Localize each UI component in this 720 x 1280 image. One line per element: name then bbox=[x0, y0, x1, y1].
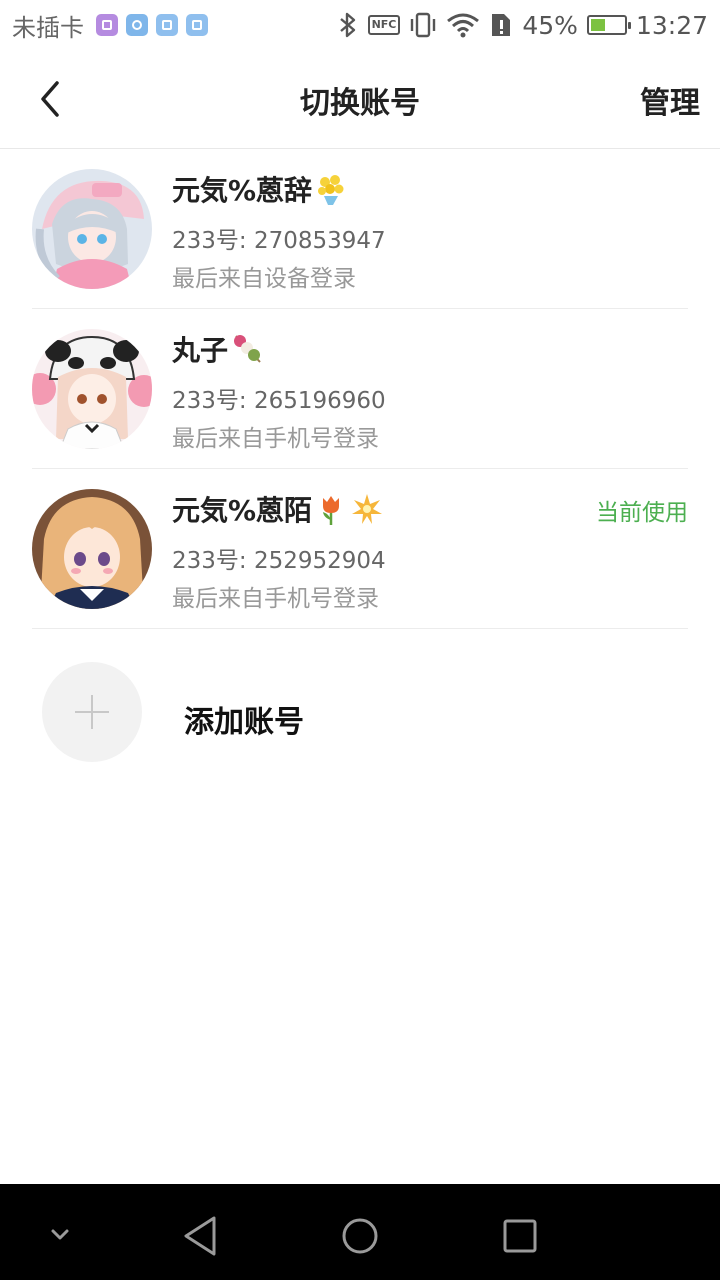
nfc-icon: NFC bbox=[367, 15, 401, 35]
header: 切换账号 管理 bbox=[0, 50, 720, 149]
account-item[interactable]: 丸子 233号: 265196960 最后来自手机号登录 bbox=[0, 309, 720, 469]
account-last-login: 最后来自手机号登录 bbox=[172, 586, 379, 612]
status-time: 13:27 bbox=[635, 10, 708, 40]
account-id: 233号: 270853947 bbox=[172, 228, 386, 254]
plus-icon-vertical bbox=[91, 695, 93, 729]
account-last-login: 最后来自设备登录 bbox=[172, 266, 356, 292]
account-name-row: 元気%蒽陌 bbox=[172, 489, 384, 529]
nav-back-button[interactable] bbox=[176, 1212, 224, 1260]
recents-square-icon bbox=[503, 1219, 537, 1253]
sim-alert-icon bbox=[492, 14, 511, 36]
account-name: 元気%蒽陌 bbox=[172, 494, 313, 527]
account-name-row: 元気%蒽辞 bbox=[172, 169, 348, 209]
battery-level bbox=[590, 19, 605, 31]
manage-button[interactable]: 管理 bbox=[640, 78, 700, 122]
dango-icon bbox=[234, 335, 261, 363]
account-id: 233号: 252952904 bbox=[172, 548, 386, 574]
battery-icon bbox=[586, 15, 631, 35]
vibrate-icon bbox=[411, 12, 436, 38]
nav-recents-button[interactable] bbox=[496, 1212, 544, 1260]
navigation-bar bbox=[0, 1184, 720, 1280]
account-last-login: 最后来自手机号登录 bbox=[172, 426, 379, 452]
add-account-button[interactable]: 添加账号 bbox=[0, 631, 720, 791]
carrier-label: 未插卡 bbox=[12, 13, 84, 42]
plus-icon bbox=[42, 662, 142, 762]
chevron-down-icon bbox=[51, 1229, 69, 1240]
account-list: 元気%蒽辞 233号: 270853947 最后来自设备登录 丸子 233号: … bbox=[0, 149, 720, 629]
divider bbox=[32, 628, 688, 629]
account-id: 233号: 265196960 bbox=[172, 388, 386, 414]
avatar bbox=[32, 489, 152, 609]
account-name: 丸子 bbox=[172, 334, 229, 367]
current-account-tag: 当前使用 bbox=[596, 500, 688, 526]
bouquet-icon bbox=[318, 175, 344, 205]
status-bar: 未插卡 NFC 45% 13:27 bbox=[0, 0, 720, 50]
battery-percent: 45% bbox=[522, 10, 578, 40]
hide-nav-button[interactable] bbox=[36, 1212, 84, 1260]
sd-card-notification-icon bbox=[156, 14, 178, 36]
avatar bbox=[32, 329, 152, 449]
home-circle-icon bbox=[342, 1218, 378, 1254]
back-triangle-icon bbox=[184, 1216, 216, 1256]
gallery-notification-icon bbox=[96, 14, 118, 36]
account-name-row: 丸子 bbox=[172, 329, 264, 369]
add-account-label: 添加账号 bbox=[184, 705, 304, 740]
bluetooth-icon bbox=[339, 12, 355, 38]
storage-notification-icon bbox=[186, 14, 208, 36]
avatar bbox=[32, 169, 152, 289]
screen: 未插卡 NFC 45% 13:27 切换账号 管理 元気%蒽辞 233号: 27… bbox=[0, 0, 720, 1280]
account-item[interactable]: 元気%蒽辞 233号: 270853947 最后来自设备登录 bbox=[0, 149, 720, 309]
cloud-notification-icon bbox=[126, 14, 148, 36]
status-bar-right: NFC 45% 13:27 bbox=[337, 11, 720, 40]
wifi-icon bbox=[447, 13, 480, 38]
status-bar-left: 未插卡 bbox=[0, 8, 208, 43]
page-title: 切换账号 bbox=[300, 86, 420, 121]
account-name: 元気%蒽辞 bbox=[172, 174, 313, 207]
account-item[interactable]: 元気%蒽陌 233号: 252952904 最后来自手机号登录 当前使用 bbox=[0, 469, 720, 629]
sparkle-icon bbox=[352, 494, 383, 524]
nav-home-button[interactable] bbox=[336, 1212, 384, 1260]
tulip-icon bbox=[323, 496, 340, 525]
